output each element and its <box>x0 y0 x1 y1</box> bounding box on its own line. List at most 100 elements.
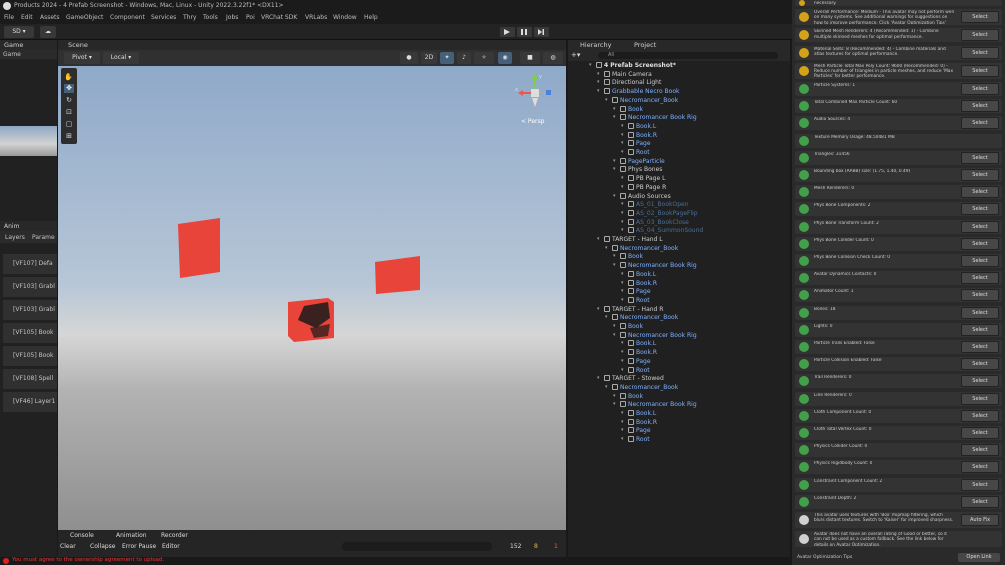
anim-layer-item[interactable]: [VF108] Spell <box>3 369 57 389</box>
auto-fix-button[interactable]: Auto Fix <box>961 514 999 526</box>
expand-arrow-icon[interactable]: ▾ <box>613 106 616 112</box>
hierarchy-item[interactable]: ▾ Necromancer Book Rig <box>613 262 697 269</box>
hierarchy-item[interactable]: ▾ Book <box>613 392 643 400</box>
effects-dropdown[interactable]: ✧ <box>474 52 494 64</box>
menu-file[interactable]: File <box>4 14 14 21</box>
expand-arrow-icon[interactable]: ▾ <box>597 79 600 85</box>
anim-layer-item[interactable]: [VF105] Book <box>3 346 57 366</box>
tab-animator[interactable]: Anim <box>4 223 19 230</box>
expand-arrow-icon[interactable]: ▾ <box>621 436 624 442</box>
tab-hierarchy[interactable]: Hierarchy <box>580 41 611 49</box>
local-dropdown[interactable]: Local ▾ <box>103 52 139 64</box>
hierarchy-item[interactable]: ▾ Phys Bones <box>613 166 662 173</box>
step-button[interactable] <box>534 27 549 37</box>
lighting-toggle[interactable]: ✦ <box>440 52 454 64</box>
tab-console[interactable]: Console <box>70 532 94 539</box>
hierarchy-item[interactable]: ▾ Book.L <box>621 410 656 417</box>
select-button[interactable]: Select <box>961 220 999 233</box>
expand-arrow-icon[interactable]: ▾ <box>597 375 600 381</box>
status-message[interactable]: You must agree to the ownership agreemen… <box>12 557 164 563</box>
select-button[interactable]: Select <box>961 478 999 491</box>
expand-arrow-icon[interactable]: ▾ <box>621 219 624 225</box>
select-button[interactable]: Select <box>961 46 999 59</box>
anim-layer-item[interactable]: [VF105] Book <box>3 323 57 343</box>
select-button[interactable]: Select <box>961 495 999 508</box>
hierarchy-item[interactable]: ▾ Book <box>613 253 643 260</box>
select-button[interactable]: Select <box>961 186 999 199</box>
tab-recorder[interactable]: Recorder <box>161 532 188 539</box>
hierarchy-item[interactable]: ▾ Root <box>621 366 650 374</box>
hierarchy-item[interactable]: ▾ Book.R <box>621 279 657 287</box>
expand-arrow-icon[interactable]: ▾ <box>621 184 624 190</box>
expand-arrow-icon[interactable]: ▾ <box>613 158 616 164</box>
expand-arrow-icon[interactable]: ▾ <box>605 245 608 251</box>
account-dropdown[interactable]: SD ▾ <box>4 26 34 38</box>
expand-arrow-icon[interactable]: ▾ <box>597 71 600 77</box>
select-button[interactable]: Select <box>961 323 999 336</box>
menu-window[interactable]: Window <box>333 14 357 21</box>
expand-arrow-icon[interactable]: ▾ <box>621 297 624 303</box>
expand-arrow-icon[interactable]: ▾ <box>621 201 624 207</box>
hierarchy-item[interactable]: ▾ AS_02_BookPageFlip <box>621 209 698 217</box>
expand-arrow-icon[interactable]: ▾ <box>597 236 600 242</box>
hierarchy-item[interactable]: ▾ Page <box>621 357 651 365</box>
expand-arrow-icon[interactable]: ▾ <box>589 62 592 68</box>
expand-arrow-icon[interactable]: ▾ <box>613 323 616 329</box>
expand-arrow-icon[interactable]: ▾ <box>621 227 624 233</box>
expand-arrow-icon[interactable]: ▾ <box>621 419 624 425</box>
pause-button[interactable] <box>517 27 532 37</box>
hierarchy-item[interactable]: ▾ Book <box>613 323 643 330</box>
hierarchy-search-input[interactable]: All <box>598 52 778 59</box>
select-button[interactable]: Select <box>961 255 999 267</box>
hierarchy-item[interactable]: ▾ Book.L <box>621 122 656 130</box>
expand-arrow-icon[interactable]: ▾ <box>621 149 624 155</box>
editor-dropdown[interactable]: Editor <box>162 543 180 550</box>
hierarchy-item[interactable]: ▾ Book.R <box>621 349 657 356</box>
tab-scene[interactable]: Scene <box>68 41 88 49</box>
hierarchy-item[interactable]: ▾ Page <box>621 140 651 147</box>
expand-arrow-icon[interactable]: ▾ <box>621 349 624 355</box>
hierarchy-item[interactable]: ▾ TARGET - Hand L <box>597 236 663 243</box>
error-pause-button[interactable]: Error Pause <box>122 543 156 550</box>
menu-gameobject[interactable]: GameObject <box>66 14 103 21</box>
expand-arrow-icon[interactable]: ▾ <box>621 410 624 416</box>
hierarchy-item[interactable]: ▾ Page <box>621 427 651 434</box>
hierarchy-item[interactable]: ▾ TARGET - Stowed <box>597 375 664 382</box>
hierarchy-item[interactable]: ▾ Book <box>613 105 643 113</box>
select-button[interactable]: Select <box>961 444 999 457</box>
select-button[interactable]: Select <box>961 169 999 181</box>
warning-count[interactable]: 8 <box>534 543 538 550</box>
scene-visibility-toggle[interactable]: ◉ <box>498 52 512 64</box>
select-button[interactable]: Select <box>961 237 999 250</box>
expand-arrow-icon[interactable]: ▾ <box>621 280 624 286</box>
anim-layer-item[interactable]: [VF107] Defa <box>3 254 57 274</box>
menu-poi[interactable]: Poi <box>246 14 255 21</box>
expand-arrow-icon[interactable]: ▾ <box>621 271 624 277</box>
tab-layers[interactable]: Layers <box>5 234 25 241</box>
pivot-dropdown[interactable]: Pivot ▾ <box>64 52 100 64</box>
select-button[interactable]: Select <box>961 461 999 474</box>
menu-vrchat-sdk[interactable]: VRChat SDK <box>261 14 297 21</box>
tab-parameters[interactable]: Parame <box>32 234 55 241</box>
expand-arrow-icon[interactable]: ▾ <box>613 114 616 120</box>
expand-arrow-icon[interactable]: ▾ <box>597 88 600 94</box>
hierarchy-item[interactable]: ▾ PB Page R <box>621 183 666 191</box>
anim-layer-item[interactable]: [VF103] Grabl <box>3 277 57 297</box>
expand-arrow-icon[interactable]: ▾ <box>621 340 624 346</box>
expand-arrow-icon[interactable]: ▾ <box>597 306 600 312</box>
select-button[interactable]: Select <box>961 64 999 77</box>
collapse-button[interactable]: Collapse <box>90 543 116 550</box>
game-view-dropdown[interactable]: Game <box>3 51 21 58</box>
expand-arrow-icon[interactable]: ▾ <box>621 132 624 138</box>
hierarchy-item[interactable]: ▾ Audio Sources <box>613 192 671 200</box>
hierarchy-item[interactable]: ▾ Book.R <box>621 418 657 426</box>
select-button[interactable]: Select <box>961 392 999 405</box>
expand-arrow-icon[interactable]: ▾ <box>613 253 616 259</box>
hierarchy-item[interactable]: ▾ Necromancer Book Rig <box>613 401 697 408</box>
menu-edit[interactable]: Edit <box>21 14 33 21</box>
hierarchy-item[interactable]: ▾ Book.R <box>621 131 657 139</box>
hierarchy-item[interactable]: ▾ AS_01_BookOpen <box>621 201 689 208</box>
expand-arrow-icon[interactable]: ▾ <box>621 288 624 294</box>
hierarchy-item[interactable]: ▾ AS_04_SummonSound <box>621 227 703 234</box>
hierarchy-item[interactable]: ▾ Root <box>621 149 650 156</box>
